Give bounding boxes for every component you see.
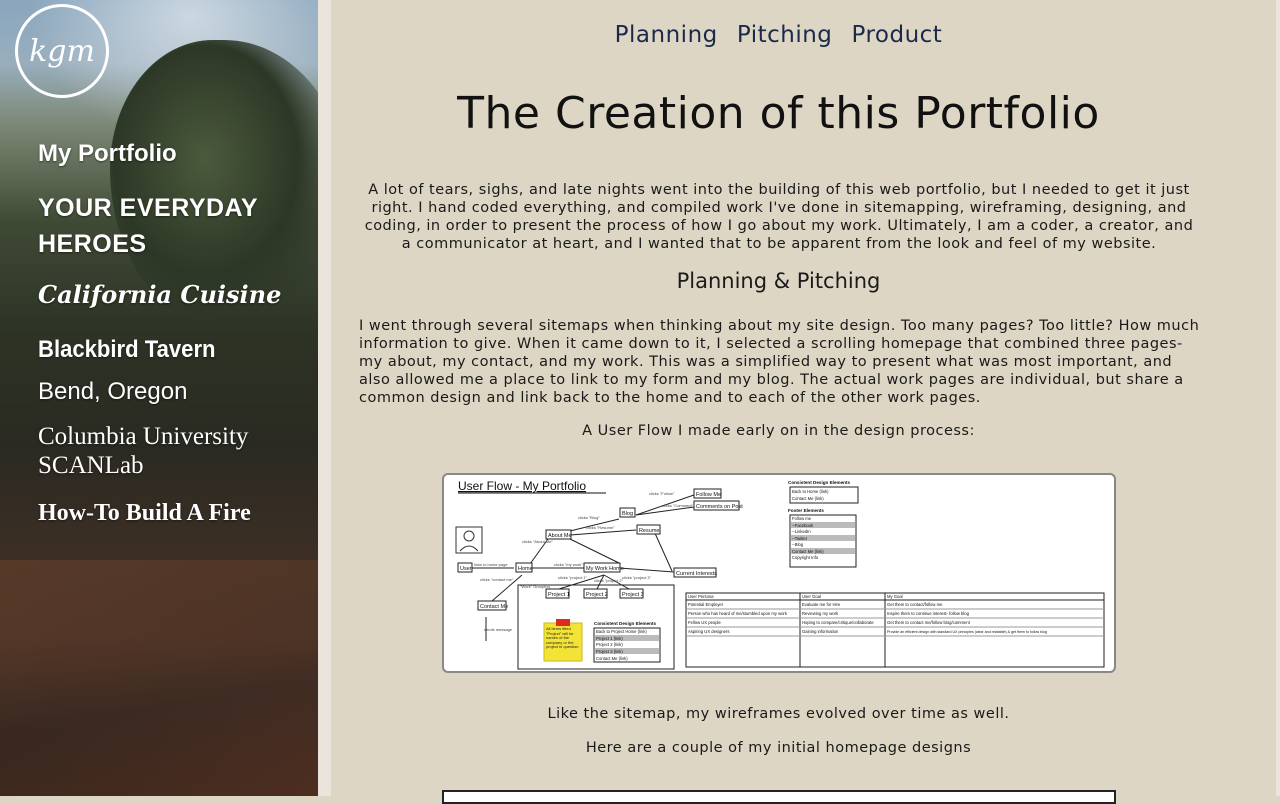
userflow-caption: A User Flow I made early on in the desig…	[582, 423, 975, 439]
edge-label: clicks "Follow"	[649, 491, 675, 496]
diagram-title: User Flow - My Portfolio	[458, 479, 586, 493]
project-elements-title: Consistent Design Elements	[594, 621, 656, 626]
edge-label: clicks "project 3"	[622, 575, 652, 580]
table-cell: Evaluate me for Hire	[802, 602, 841, 607]
planning-paragraph: I went through several sitemaps when thi…	[359, 318, 1200, 406]
homepage-design-image	[442, 790, 1116, 804]
table-cell: Fellow UX people	[688, 620, 721, 625]
node-project-1: Project 1	[548, 592, 570, 598]
node-current-interests: Current Interests	[676, 571, 717, 577]
edge-label: clicks "Comment"	[662, 503, 694, 508]
edge-label: clicks "Resume"	[586, 525, 615, 530]
node-follow-me: Follow Me	[696, 492, 721, 498]
node-project-3: Project 3	[622, 592, 644, 598]
tab-pitching[interactable]: Pitching	[737, 22, 833, 48]
homepage-caption: Here are a couple of my initial homepage…	[585, 740, 972, 756]
table-cell: Person who has heard of me/stumbled upon…	[688, 611, 788, 616]
node-blog: Blog	[622, 511, 633, 517]
sidebar: kgm My Portfolio YOUR EVERYDAY HEROES Ca…	[0, 0, 318, 796]
table-cell: Get them to contact/follow me	[887, 602, 943, 607]
project-element: Project 3 (link)	[596, 649, 623, 654]
sidebar-item-blackbird-tavern[interactable]: Blackbird Tavern	[38, 336, 216, 364]
consistent-element: Back to Home (link)	[792, 489, 829, 494]
edge-label: clicks "Blog"	[578, 515, 600, 520]
node-comments: Comments on Post	[696, 504, 743, 510]
table-cell: Inspire them to continue interest- follo…	[887, 611, 970, 616]
top-nav: Planning Pitching Product	[331, 22, 1226, 48]
footer-elements-title: Footer Elements	[788, 508, 824, 513]
node-contact-me: Contact Me	[480, 604, 508, 610]
edge-label: clicks "my work"	[554, 562, 583, 567]
footer-element: --Blog	[792, 542, 804, 547]
table-cell: Reviewing my work	[802, 611, 839, 616]
intro-paragraph: A lot of tears, sighs, and late nights w…	[364, 182, 1194, 252]
edge-label: clicks "project 1"	[558, 575, 588, 580]
page-title: The Creation of this Portfolio	[457, 88, 1100, 139]
table-cell: Provide an efficient design with standar…	[887, 630, 1047, 634]
logo[interactable]: kgm	[15, 4, 109, 98]
edge-label: sends message	[484, 627, 513, 632]
footer-element: --Facebook	[792, 523, 814, 528]
sidebar-divider	[318, 0, 331, 796]
table-cell: Aspiring UX designers	[688, 629, 729, 634]
table-cell: Hoping to compare/critique/collaborate	[802, 620, 874, 625]
table-header: My Goal	[887, 594, 903, 599]
footer-element: --Twitter	[792, 536, 808, 541]
main-content: Planning Pitching Product The Creation o…	[331, 0, 1276, 804]
table-cell: Gaining information	[802, 629, 839, 634]
sidebar-item-bend-oregon[interactable]: Bend, Oregon	[38, 378, 187, 406]
footer-element: Copyright Info	[792, 555, 819, 560]
node-resume: Resume	[639, 528, 659, 534]
table-header: User Persona	[688, 594, 714, 599]
background-ground	[0, 560, 318, 796]
scrollbar-track[interactable]	[1276, 0, 1280, 796]
node-my-work-home: My Work Home	[586, 566, 624, 572]
project-element: Back to Project Home (link)	[596, 629, 647, 634]
sidebar-item-my-portfolio[interactable]: My Portfolio	[38, 140, 177, 168]
sidebar-item-your-everyday-heroes[interactable]: YOUR EVERYDAY HEROES	[38, 190, 298, 262]
wireframes-caption: Like the sitemap, my wireframes evolved …	[547, 706, 1010, 722]
sticky-note-text: All items titled "Project" will be names…	[546, 627, 579, 650]
project-element: Contact Me (link)	[596, 656, 628, 661]
footer-element: Contact Me (link)	[792, 549, 824, 554]
edge-label: clicks "project 2"	[594, 578, 624, 583]
node-home: Home	[518, 566, 533, 572]
table-header: User Goal	[802, 594, 821, 599]
table-cell: Potential Employer	[688, 602, 724, 607]
node-project-2: Project 2	[586, 592, 608, 598]
sidebar-item-california-cuisine[interactable]: California Cuisine	[38, 280, 281, 309]
tab-product[interactable]: Product	[852, 22, 943, 48]
edge-label: links to home page	[474, 562, 508, 567]
user-flow-diagram: User Flow - My Portfolio User Home About…	[442, 473, 1116, 673]
edge-label: clicks "contact me"	[480, 577, 514, 582]
consistent-element: Contact Me (link)	[792, 496, 824, 501]
consistent-elements-title: Consistent Design Elements	[788, 480, 850, 485]
edge-label: clicks "About Me"	[522, 539, 553, 544]
footer-element: --LinkedIn	[792, 529, 811, 534]
project-element: Project 2 (link)	[596, 642, 623, 647]
section-heading: Planning & Pitching	[676, 269, 881, 293]
footer-element: Follow me	[792, 516, 812, 521]
node-user: User	[460, 566, 472, 572]
tab-planning[interactable]: Planning	[615, 22, 718, 48]
sidebar-item-columbia-scanlab[interactable]: Columbia University SCANLab	[38, 422, 298, 480]
sidebar-item-how-to-build-a-fire[interactable]: How-To Build A Fire	[38, 500, 251, 527]
table-cell: Get them to contact me/follow blog/comme…	[887, 620, 971, 625]
project-element: Project 1 (link)	[596, 636, 623, 641]
